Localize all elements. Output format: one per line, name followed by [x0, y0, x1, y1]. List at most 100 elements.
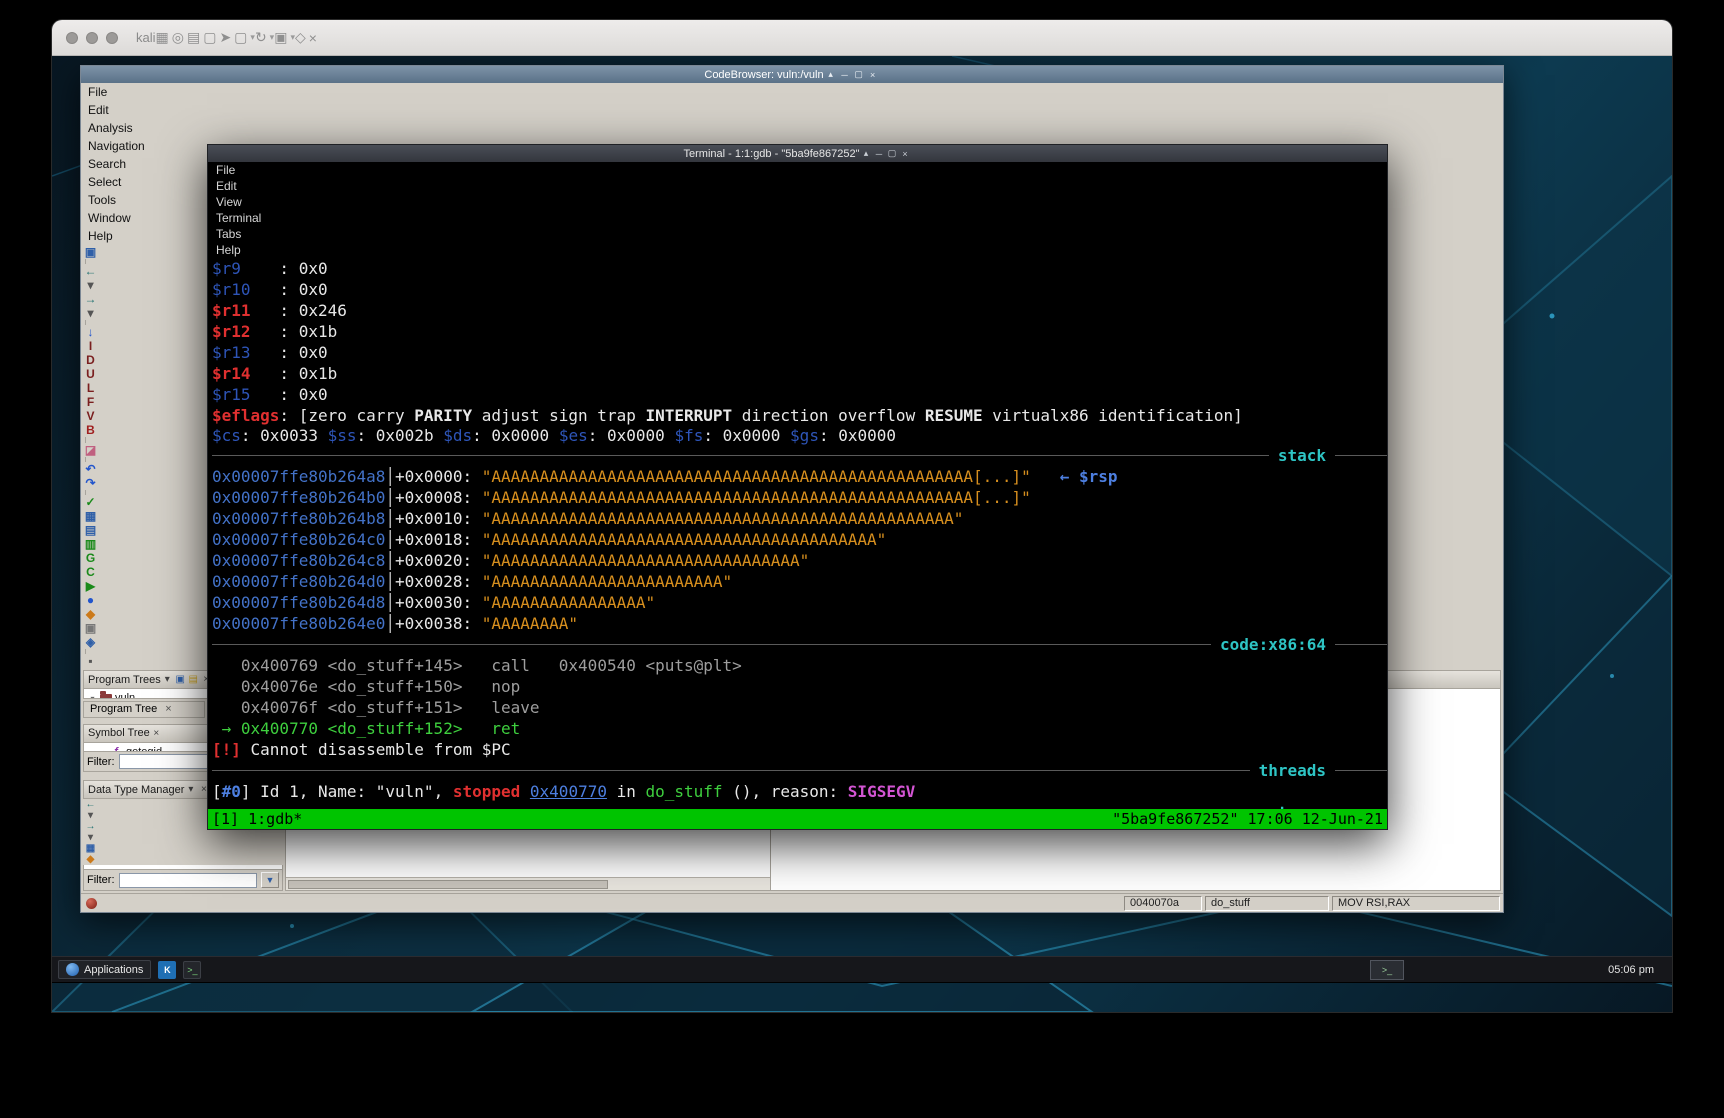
call-tree-icon[interactable]: C	[81, 565, 100, 579]
analyze-check-icon[interactable]: ✓	[81, 495, 100, 509]
zoom-traffic-icon[interactable]	[106, 32, 118, 44]
menu-item[interactable]: Terminal	[208, 210, 1387, 226]
maximize-window-icon[interactable]: ▢	[885, 147, 898, 160]
data-d-icon[interactable]: D	[81, 353, 100, 367]
minimize-window-icon[interactable]: ─	[872, 147, 885, 160]
label-l-icon[interactable]: L	[81, 381, 100, 395]
menu-item[interactable]: View	[208, 194, 1387, 210]
panel-tool-icon[interactable]: ▤	[187, 29, 203, 46]
menu-item[interactable]: File	[208, 162, 1387, 178]
dtm-filter-input[interactable]	[119, 873, 258, 888]
error-line: [!] Cannot disassemble from $PC	[212, 739, 1387, 760]
program-diff-icon[interactable]: ▣	[81, 621, 100, 635]
menu-item[interactable]: Edit	[81, 101, 1503, 119]
program-tree-tab[interactable]: Program Tree ×	[83, 701, 205, 718]
taskbar: Applications K >_ >_ 05:06 pm	[52, 956, 1672, 983]
threads-line: [#0] Id 1, Name: "vuln", stopped 0x40077…	[212, 781, 1387, 802]
desktop: CodeBrowser: vuln:/vuln ▴─▢× FileEditAna…	[52, 56, 1672, 1012]
horizontal-scrollbar[interactable]	[286, 877, 770, 890]
minimize-traffic-icon[interactable]	[86, 32, 98, 44]
dtm-options-icon[interactable]: ▾	[184, 784, 197, 795]
menu-item[interactable]: Tabs	[208, 226, 1387, 242]
ghidra-titlebar[interactable]: CodeBrowser: vuln:/vuln ▴─▢×	[81, 66, 1503, 83]
code-line: 0x40076f <do_stuff+151> leave	[212, 697, 1387, 718]
applications-button[interactable]: Applications	[58, 960, 151, 979]
nav-back-options-icon[interactable]: ▾	[81, 278, 100, 292]
minimize-window-icon[interactable]: ─	[838, 68, 852, 82]
tree-options-icon[interactable]: ▾	[161, 674, 174, 685]
status-instruction: MOV RSI,RAX	[1332, 896, 1500, 911]
dtm-forward-options-icon[interactable]: ▾	[83, 832, 98, 843]
new-tree-icon[interactable]: ▣	[174, 674, 187, 685]
help-icon[interactable]: ▪	[81, 654, 100, 668]
keyboard-tool-icon[interactable]: ▢	[203, 29, 219, 46]
terminal-launcher-icon[interactable]: >_	[183, 961, 201, 979]
dtm-filter-row: Filter: ▼	[83, 870, 283, 891]
traffic-lights	[66, 32, 118, 44]
capture-icon[interactable]: ◎	[172, 29, 187, 46]
status-address: 0040070a	[1124, 896, 1202, 911]
memory-map-icon[interactable]: ▦	[81, 509, 100, 523]
world-icon[interactable]: ●	[81, 593, 100, 607]
save-icon[interactable]: ▣	[81, 245, 100, 259]
tmux-host-clock: "5ba9fe867252" 17:06 12-Jun-21	[1112, 810, 1383, 828]
variable-v-icon[interactable]: V	[81, 409, 100, 423]
eflags-line: $eflags: [zero carry PARITY adjust sign …	[212, 405, 1387, 426]
menu-item[interactable]: Edit	[208, 178, 1387, 194]
function-f-icon[interactable]: F	[81, 395, 100, 409]
data-table-icon[interactable]: ▥	[81, 537, 100, 551]
menu-item[interactable]: Analysis	[81, 119, 1503, 137]
grid-tool-icon[interactable]: ▦	[156, 29, 172, 46]
reload-dropdown[interactable]: ↻▾	[255, 29, 274, 46]
menu-item[interactable]: Help	[208, 242, 1387, 258]
kali-launcher-icon[interactable]: K	[158, 961, 176, 979]
function-graph-icon[interactable]: G	[81, 551, 100, 565]
stack-line: 0x00007ffe80b264d8│+0x0030: "AAAAAAAAAAA…	[212, 592, 1387, 613]
filter-options-icon[interactable]: ▼	[261, 872, 279, 888]
maximize-window-icon[interactable]: ▢	[852, 68, 866, 82]
close-tool-icon[interactable]: ×	[309, 30, 320, 46]
dtm-display-icon[interactable]: ▦	[83, 843, 98, 854]
expander-icon[interactable]: ▾	[88, 694, 97, 699]
status-function: do_stuff	[1205, 896, 1329, 911]
pointer-tool-icon[interactable]: ➤	[219, 29, 234, 46]
register-line: $r12: 0x1b	[212, 321, 1387, 342]
scrollbar-thumb[interactable]	[288, 880, 608, 889]
device-dropdown[interactable]: ▣▾	[274, 29, 295, 46]
register-line: $r10: 0x0	[212, 279, 1387, 300]
terminal-output[interactable]: $r9: 0x0$r10: 0x0$r11: 0x246$r12: 0x1b$r…	[208, 258, 1387, 809]
display-dropdown[interactable]: ▢▾	[234, 29, 255, 46]
instruction-i-icon[interactable]: I	[81, 339, 100, 353]
dtm-back-options-icon[interactable]: ▾	[83, 810, 98, 821]
close-panel-icon[interactable]: ×	[150, 728, 163, 739]
undefine-u-icon[interactable]: U	[81, 367, 100, 381]
close-tab-icon[interactable]: ×	[165, 703, 171, 715]
tmux-session-label[interactable]: [1] 1:gdb*	[212, 810, 302, 828]
taskbar-window-button[interactable]: >_	[1370, 960, 1404, 980]
open-tree-icon[interactable]: ▤	[187, 674, 200, 685]
stack-line: 0x00007ffe80b264d0│+0x0028: "AAAAAAAAAAA…	[212, 571, 1387, 592]
usb-icon[interactable]: ◇	[295, 29, 309, 46]
disassemble-icon[interactable]: ↓	[81, 325, 100, 339]
redo-icon[interactable]: ↷	[81, 476, 100, 490]
bookmark-icon[interactable]: ◆	[81, 607, 100, 621]
nav-forward-options-icon[interactable]: ▾	[81, 306, 100, 320]
nav-back-icon[interactable]: ←	[81, 264, 100, 278]
shade-window-icon[interactable]: ▴	[859, 147, 872, 160]
console-window-icon[interactable]: ▤	[81, 523, 100, 537]
script-manager-icon[interactable]: ▶	[81, 579, 100, 593]
menu-item[interactable]: File	[81, 83, 1503, 101]
eraser-icon[interactable]: ◪	[81, 443, 100, 457]
shade-window-icon[interactable]: ▴	[824, 68, 838, 82]
close-traffic-icon[interactable]	[66, 32, 78, 44]
dtm-favorites-icon[interactable]: ◆	[83, 854, 98, 865]
close-window-icon[interactable]: ×	[866, 68, 880, 82]
marker-icon[interactable]: ◈	[81, 635, 100, 649]
dtm-back-icon[interactable]: ←	[83, 799, 98, 810]
nav-forward-icon[interactable]: →	[81, 292, 100, 306]
dtm-forward-icon[interactable]: →	[83, 821, 98, 832]
close-window-icon[interactable]: ×	[898, 147, 911, 160]
terminal-titlebar[interactable]: Terminal - 1:1:gdb - "5ba9fe867252" ▴─▢×	[208, 145, 1387, 162]
byte-b-icon[interactable]: B	[81, 423, 100, 437]
undo-icon[interactable]: ↶	[81, 462, 100, 476]
